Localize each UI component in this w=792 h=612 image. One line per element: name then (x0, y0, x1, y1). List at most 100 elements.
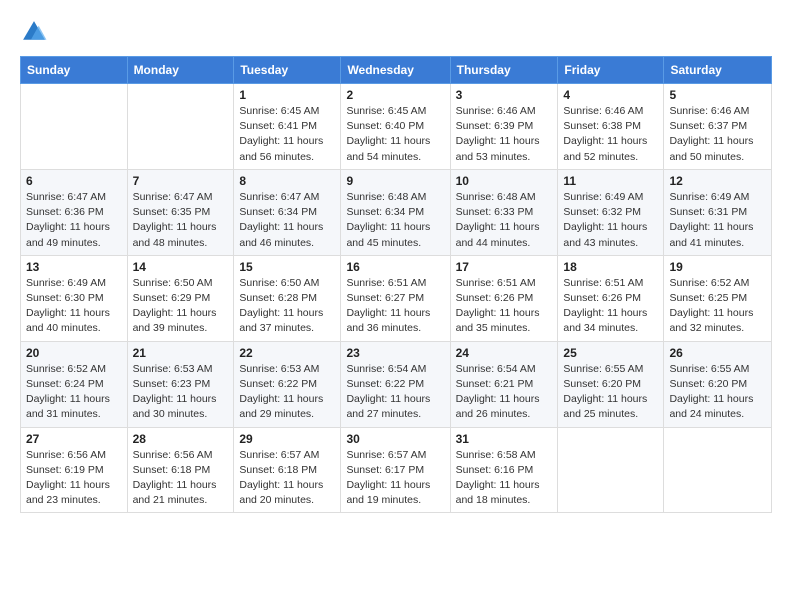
day-number: 14 (133, 260, 229, 274)
day-number: 25 (563, 346, 658, 360)
calendar-week: 20 Sunrise: 6:52 AM Sunset: 6:24 PM Dayli… (21, 341, 772, 427)
header (20, 18, 772, 46)
calendar-cell: 15 Sunrise: 6:50 AM Sunset: 6:28 PM Dayli… (234, 255, 341, 341)
calendar-cell: 13 Sunrise: 6:49 AM Sunset: 6:30 PM Dayli… (21, 255, 128, 341)
weekday-header: Sunday (21, 57, 128, 84)
day-info: Sunrise: 6:51 AM Sunset: 6:27 PM Dayligh… (346, 276, 444, 337)
day-info: Sunrise: 6:55 AM Sunset: 6:20 PM Dayligh… (669, 362, 766, 423)
day-info: Sunrise: 6:47 AM Sunset: 6:35 PM Dayligh… (133, 190, 229, 251)
day-number: 24 (456, 346, 553, 360)
calendar-cell: 29 Sunrise: 6:57 AM Sunset: 6:18 PM Dayli… (234, 427, 341, 513)
calendar-header: SundayMondayTuesdayWednesdayThursdayFrid… (21, 57, 772, 84)
day-info: Sunrise: 6:56 AM Sunset: 6:18 PM Dayligh… (133, 448, 229, 509)
day-number: 15 (239, 260, 335, 274)
day-info: Sunrise: 6:47 AM Sunset: 6:34 PM Dayligh… (239, 190, 335, 251)
day-number: 11 (563, 174, 658, 188)
day-info: Sunrise: 6:52 AM Sunset: 6:24 PM Dayligh… (26, 362, 122, 423)
calendar-cell: 27 Sunrise: 6:56 AM Sunset: 6:19 PM Dayli… (21, 427, 128, 513)
day-number: 3 (456, 88, 553, 102)
day-number: 18 (563, 260, 658, 274)
day-info: Sunrise: 6:53 AM Sunset: 6:23 PM Dayligh… (133, 362, 229, 423)
calendar-cell: 8 Sunrise: 6:47 AM Sunset: 6:34 PM Daylig… (234, 169, 341, 255)
day-number: 6 (26, 174, 122, 188)
day-number: 5 (669, 88, 766, 102)
calendar-cell: 25 Sunrise: 6:55 AM Sunset: 6:20 PM Dayli… (558, 341, 664, 427)
calendar-cell: 18 Sunrise: 6:51 AM Sunset: 6:26 PM Dayli… (558, 255, 664, 341)
calendar-cell: 4 Sunrise: 6:46 AM Sunset: 6:38 PM Daylig… (558, 84, 664, 170)
calendar-cell (127, 84, 234, 170)
weekday-header: Wednesday (341, 57, 450, 84)
day-info: Sunrise: 6:52 AM Sunset: 6:25 PM Dayligh… (669, 276, 766, 337)
day-info: Sunrise: 6:50 AM Sunset: 6:29 PM Dayligh… (133, 276, 229, 337)
day-number: 10 (456, 174, 553, 188)
day-number: 20 (26, 346, 122, 360)
logo-icon (20, 18, 48, 46)
day-info: Sunrise: 6:50 AM Sunset: 6:28 PM Dayligh… (239, 276, 335, 337)
day-number: 19 (669, 260, 766, 274)
calendar-cell: 30Sunrise: 6:57 AM Sunset: 6:17 PM Dayli… (341, 427, 450, 513)
day-number: 23 (346, 346, 444, 360)
day-number: 9 (346, 174, 444, 188)
calendar-cell: 3 Sunrise: 6:46 AM Sunset: 6:39 PM Daylig… (450, 84, 558, 170)
calendar-week: 13 Sunrise: 6:49 AM Sunset: 6:30 PM Dayli… (21, 255, 772, 341)
weekday-header: Tuesday (234, 57, 341, 84)
day-info: Sunrise: 6:45 AM Sunset: 6:40 PM Dayligh… (346, 104, 444, 165)
calendar: SundayMondayTuesdayWednesdayThursdayFrid… (20, 56, 772, 513)
calendar-cell: 23 Sunrise: 6:54 AM Sunset: 6:22 PM Dayli… (341, 341, 450, 427)
weekday-header: Monday (127, 57, 234, 84)
day-info: Sunrise: 6:57 AM Sunset: 6:17 PM Dayligh… (346, 448, 444, 509)
calendar-cell: 7 Sunrise: 6:47 AM Sunset: 6:35 PM Daylig… (127, 169, 234, 255)
day-info: Sunrise: 6:54 AM Sunset: 6:22 PM Dayligh… (346, 362, 444, 423)
day-info: Sunrise: 6:49 AM Sunset: 6:30 PM Dayligh… (26, 276, 122, 337)
day-info: Sunrise: 6:46 AM Sunset: 6:39 PM Dayligh… (456, 104, 553, 165)
day-info: Sunrise: 6:45 AM Sunset: 6:41 PM Dayligh… (239, 104, 335, 165)
day-number: 27 (26, 432, 122, 446)
calendar-cell (558, 427, 664, 513)
day-number: 4 (563, 88, 658, 102)
day-number: 26 (669, 346, 766, 360)
weekday-header: Thursday (450, 57, 558, 84)
calendar-body: 1 Sunrise: 6:45 AM Sunset: 6:41 PM Daylig… (21, 84, 772, 513)
day-number: 2 (346, 88, 444, 102)
calendar-cell: 12Sunrise: 6:49 AM Sunset: 6:31 PM Dayli… (664, 169, 772, 255)
day-info: Sunrise: 6:48 AM Sunset: 6:34 PM Dayligh… (346, 190, 444, 251)
calendar-cell: 26 Sunrise: 6:55 AM Sunset: 6:20 PM Dayli… (664, 341, 772, 427)
calendar-cell: 19 Sunrise: 6:52 AM Sunset: 6:25 PM Dayli… (664, 255, 772, 341)
day-number: 1 (239, 88, 335, 102)
day-info: Sunrise: 6:51 AM Sunset: 6:26 PM Dayligh… (456, 276, 553, 337)
calendar-cell: 10Sunrise: 6:48 AM Sunset: 6:33 PM Dayli… (450, 169, 558, 255)
day-info: Sunrise: 6:55 AM Sunset: 6:20 PM Dayligh… (563, 362, 658, 423)
calendar-cell: 28Sunrise: 6:56 AM Sunset: 6:18 PM Dayli… (127, 427, 234, 513)
calendar-cell: 21Sunrise: 6:53 AM Sunset: 6:23 PM Dayli… (127, 341, 234, 427)
day-info: Sunrise: 6:56 AM Sunset: 6:19 PM Dayligh… (26, 448, 122, 509)
day-number: 29 (239, 432, 335, 446)
calendar-week: 1 Sunrise: 6:45 AM Sunset: 6:41 PM Daylig… (21, 84, 772, 170)
weekday-row: SundayMondayTuesdayWednesdayThursdayFrid… (21, 57, 772, 84)
day-info: Sunrise: 6:54 AM Sunset: 6:21 PM Dayligh… (456, 362, 553, 423)
calendar-cell (664, 427, 772, 513)
calendar-cell: 20 Sunrise: 6:52 AM Sunset: 6:24 PM Dayli… (21, 341, 128, 427)
day-info: Sunrise: 6:57 AM Sunset: 6:18 PM Dayligh… (239, 448, 335, 509)
day-number: 22 (239, 346, 335, 360)
day-number: 31 (456, 432, 553, 446)
day-number: 12 (669, 174, 766, 188)
calendar-week: 27 Sunrise: 6:56 AM Sunset: 6:19 PM Dayli… (21, 427, 772, 513)
weekday-header: Friday (558, 57, 664, 84)
calendar-cell (21, 84, 128, 170)
day-number: 17 (456, 260, 553, 274)
calendar-cell: 6 Sunrise: 6:47 AM Sunset: 6:36 PM Daylig… (21, 169, 128, 255)
day-number: 7 (133, 174, 229, 188)
calendar-cell: 17 Sunrise: 6:51 AM Sunset: 6:26 PM Dayli… (450, 255, 558, 341)
calendar-cell: 2 Sunrise: 6:45 AM Sunset: 6:40 PM Daylig… (341, 84, 450, 170)
calendar-cell: 14 Sunrise: 6:50 AM Sunset: 6:29 PM Dayli… (127, 255, 234, 341)
day-info: Sunrise: 6:47 AM Sunset: 6:36 PM Dayligh… (26, 190, 122, 251)
day-number: 8 (239, 174, 335, 188)
calendar-cell: 31 Sunrise: 6:58 AM Sunset: 6:16 PM Dayli… (450, 427, 558, 513)
page: SundayMondayTuesdayWednesdayThursdayFrid… (0, 0, 792, 531)
day-info: Sunrise: 6:51 AM Sunset: 6:26 PM Dayligh… (563, 276, 658, 337)
day-info: Sunrise: 6:46 AM Sunset: 6:37 PM Dayligh… (669, 104, 766, 165)
day-info: Sunrise: 6:53 AM Sunset: 6:22 PM Dayligh… (239, 362, 335, 423)
day-number: 13 (26, 260, 122, 274)
day-info: Sunrise: 6:58 AM Sunset: 6:16 PM Dayligh… (456, 448, 553, 509)
day-info: Sunrise: 6:46 AM Sunset: 6:38 PM Dayligh… (563, 104, 658, 165)
